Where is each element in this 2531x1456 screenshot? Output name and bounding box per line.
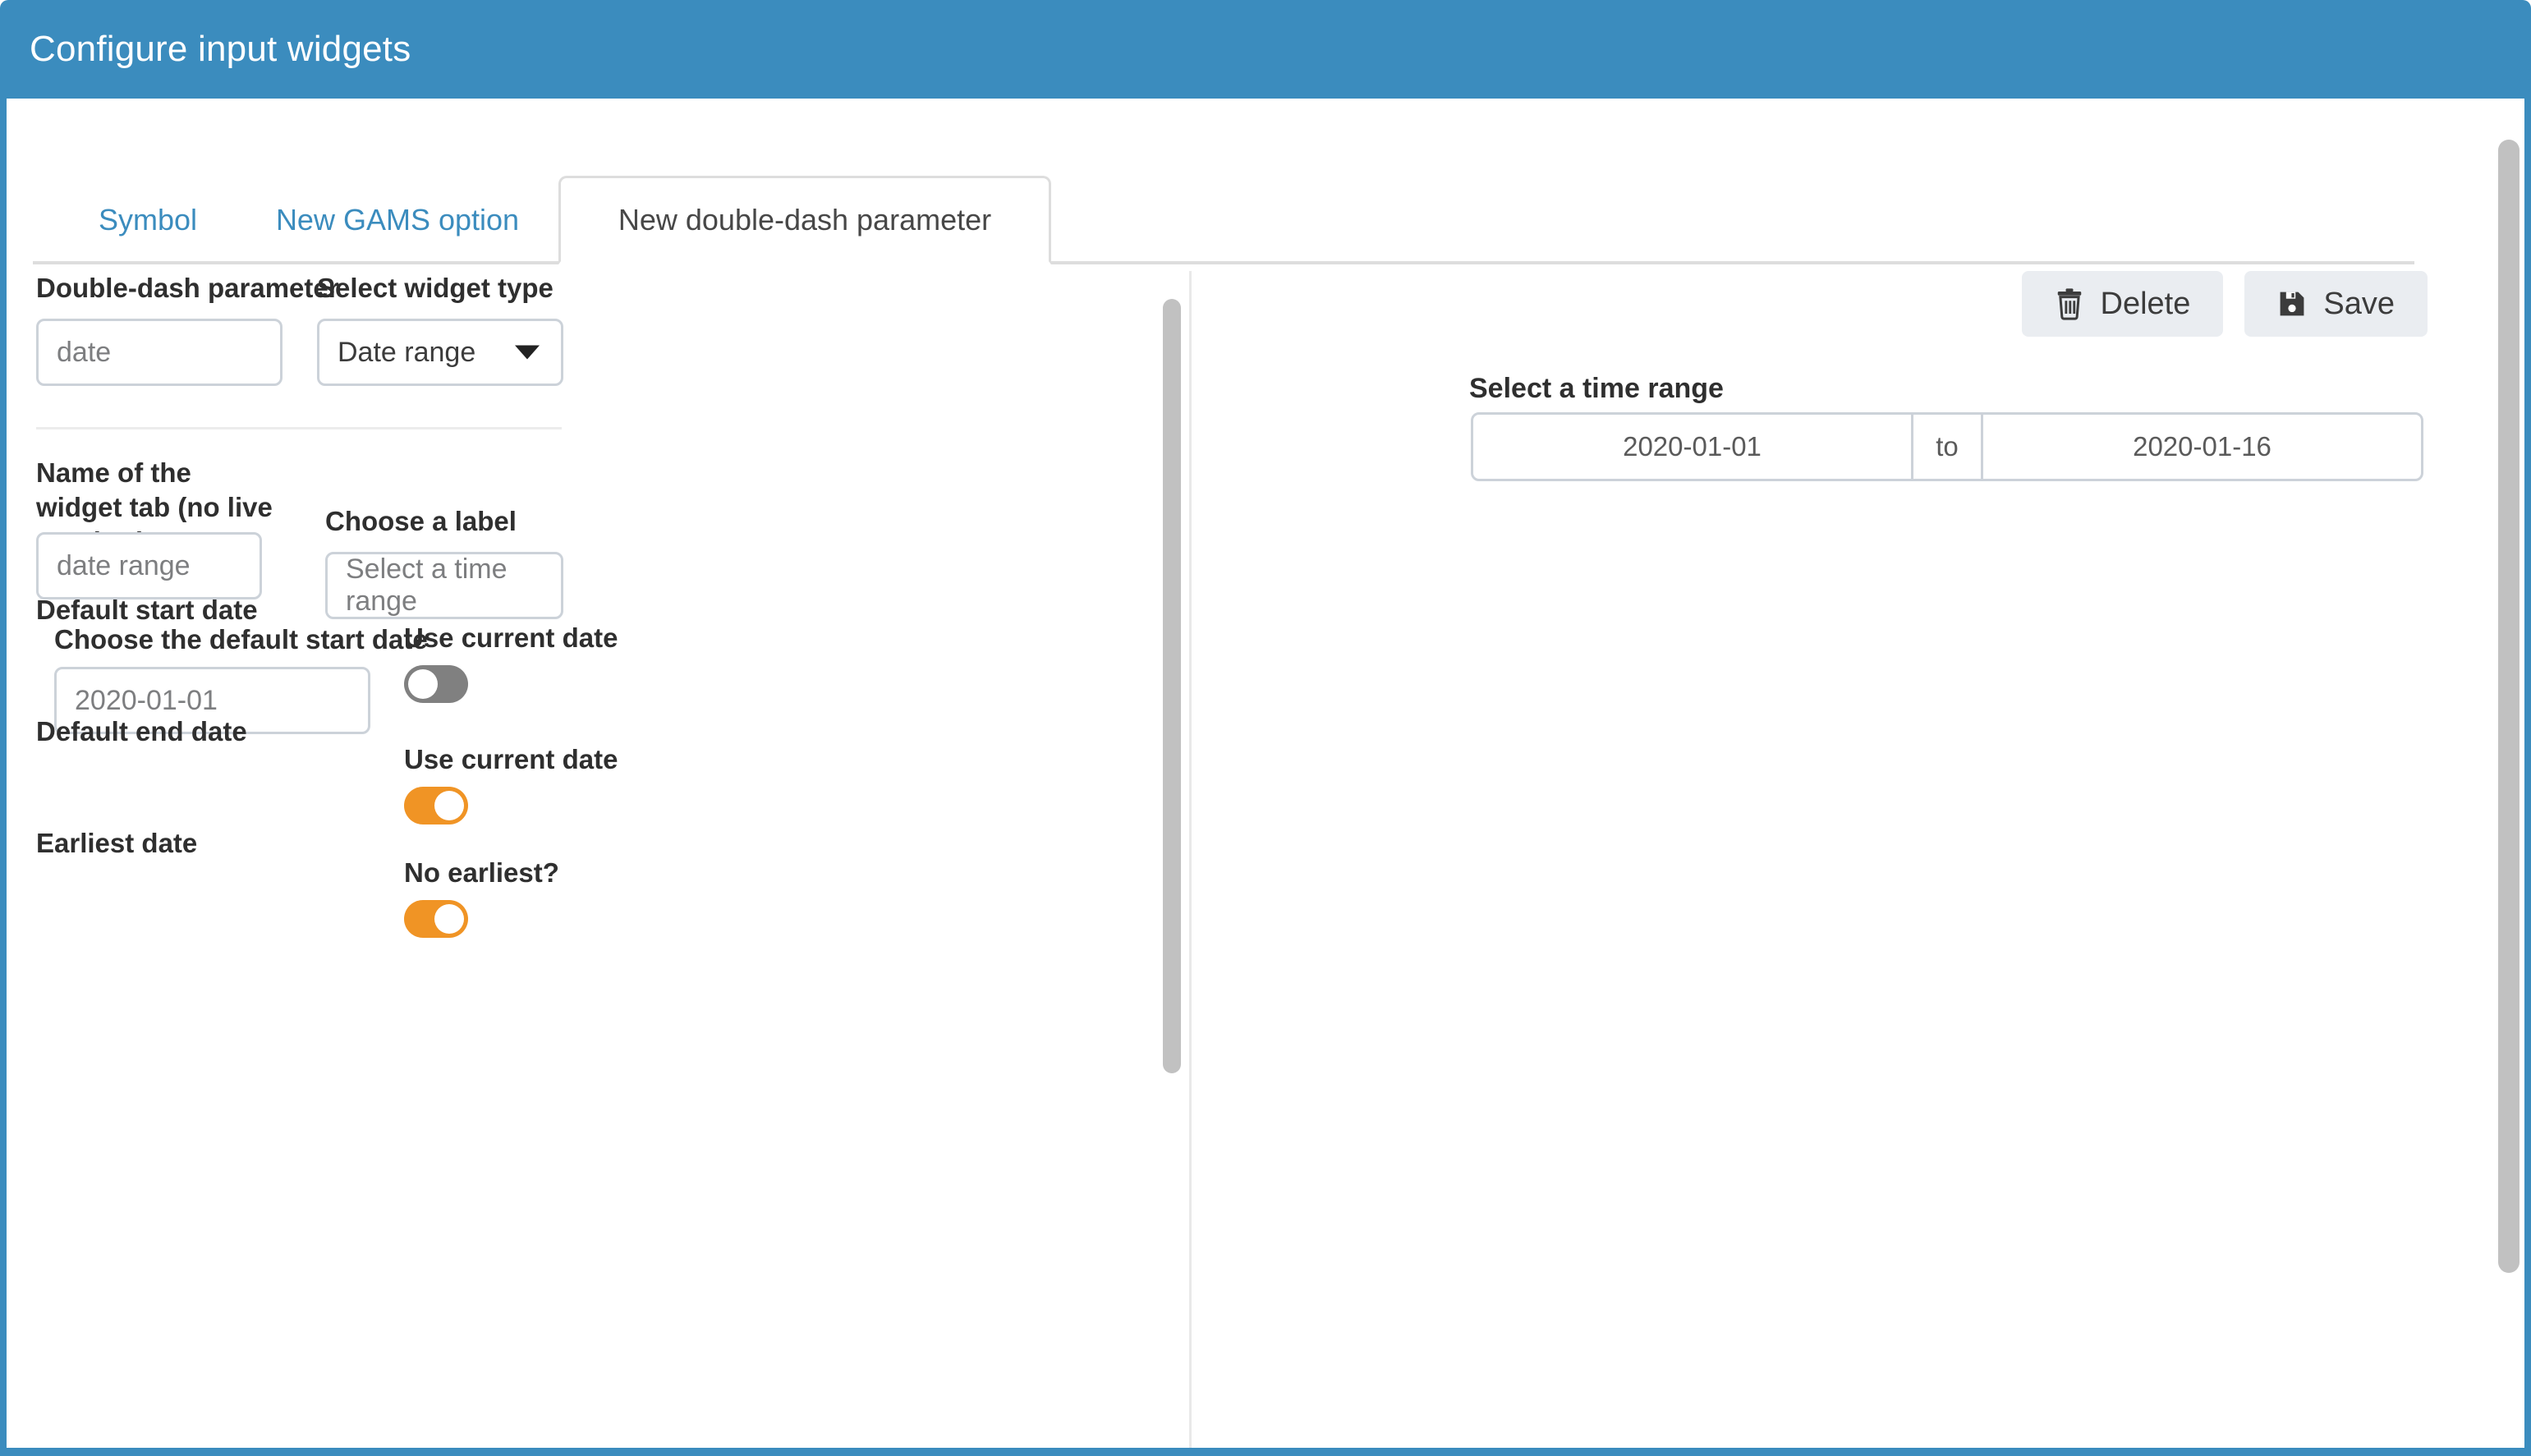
dialog-title-bar: Configure input widgets [0, 0, 2531, 99]
date-range-separator: to [1911, 415, 1983, 479]
no-earliest-group: No earliest? [404, 857, 559, 938]
tab-symbol[interactable]: Symbol [66, 176, 230, 264]
date-range-start-input[interactable]: 2020-01-01 [1473, 415, 1911, 479]
widget-preview-pane: Delete Save Select a time range 2020-01-… [1189, 271, 2500, 1448]
dialog-bottom-border [0, 1448, 2531, 1456]
end-use-current-date-group: Use current date [404, 744, 618, 824]
choose-label-label: Choose a label [325, 506, 517, 536]
section-divider [36, 427, 562, 429]
delete-button-label: Delete [2100, 286, 2191, 321]
no-earliest-label: No earliest? [404, 857, 559, 888]
date-range-end-input[interactable]: 2020-01-16 [1983, 415, 2421, 479]
tab-new-gams-option-label: New GAMS option [275, 203, 520, 237]
panes-container: Double-dash parameter date Select widget… [7, 271, 2524, 1448]
toggle-knob [434, 791, 464, 820]
delete-button[interactable]: Delete [2021, 271, 2224, 337]
earliest-date-section-label: Earliest date [36, 828, 198, 858]
parameter-input[interactable]: date [36, 319, 282, 386]
end-use-current-date-toggle[interactable] [404, 787, 468, 824]
save-button-label: Save [2323, 286, 2395, 321]
settings-pane-scrollbar-thumb[interactable] [1163, 299, 1181, 1073]
dialog-content: Symbol New GAMS option New double-dash p… [7, 99, 2524, 1448]
tab-symbol-label: Symbol [98, 203, 198, 237]
tab-bar: Symbol New GAMS option New double-dash p… [33, 161, 2414, 264]
preview-widget-label: Select a time range [1469, 373, 1724, 404]
tab-new-double-dash-parameter-label: New double-dash parameter [618, 202, 992, 237]
widget-type-label: Select widget type [317, 273, 554, 303]
floppy-disk-icon [2277, 288, 2307, 319]
dialog-left-border [0, 99, 7, 1456]
date-range-picker[interactable]: 2020-01-01 to 2020-01-16 [1471, 412, 2423, 481]
dialog-right-border [2524, 99, 2531, 1456]
end-use-current-date-label: Use current date [404, 744, 618, 774]
no-earliest-toggle[interactable] [404, 900, 468, 938]
widget-tab-name-input[interactable]: date range [36, 532, 262, 599]
configure-input-widgets-dialog: Configure input widgets Symbol New GAMS … [0, 0, 2531, 1456]
toggle-knob [434, 904, 464, 934]
trash-icon [2055, 287, 2084, 320]
chevron-down-icon [515, 345, 540, 360]
widget-settings-pane: Double-dash parameter date Select widget… [7, 271, 1166, 1448]
save-button[interactable]: Save [2244, 271, 2428, 337]
widget-type-value: Date range [338, 336, 476, 368]
action-buttons: Delete Save [2021, 271, 2428, 337]
page-title: Configure input widgets [30, 29, 411, 69]
start-use-current-date-group: Use current date [404, 622, 618, 703]
tab-new-double-dash-parameter[interactable]: New double-dash parameter [558, 176, 1051, 264]
start-use-current-date-label: Use current date [404, 622, 618, 653]
dialog-scrollbar-thumb[interactable] [2498, 140, 2520, 1273]
widget-type-select[interactable]: Date range [317, 319, 563, 386]
tab-new-gams-option[interactable]: New GAMS option [250, 176, 545, 264]
start-use-current-date-toggle[interactable] [404, 665, 468, 703]
toggle-knob [408, 669, 438, 699]
